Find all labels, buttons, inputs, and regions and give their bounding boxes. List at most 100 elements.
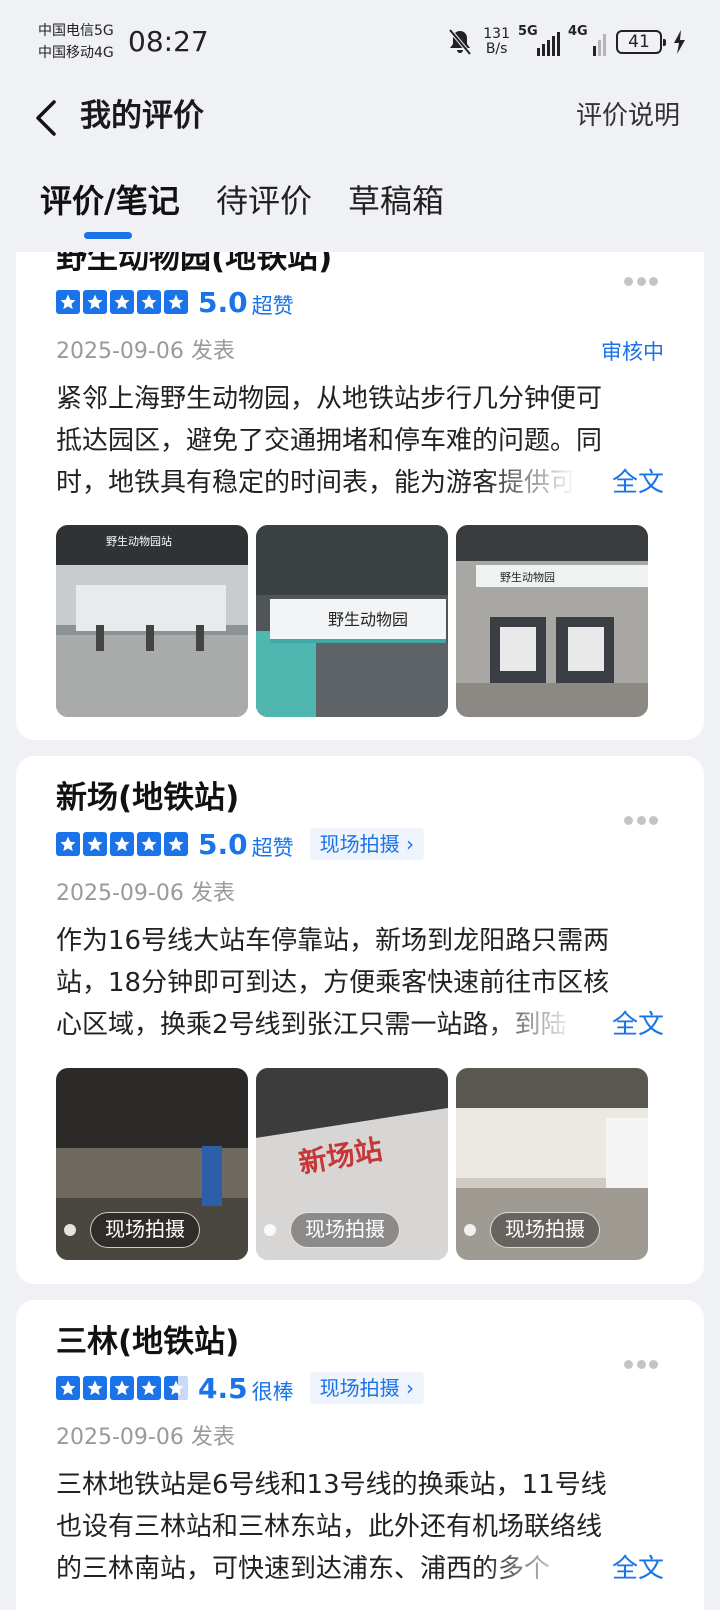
status-bar: 中国电信5G 中国移动4G 08:27 131 B/s 5G 4G 41 — [0, 0, 720, 84]
onsite-photo-label: 现场拍摄 — [490, 1212, 600, 1248]
review-text[interactable]: 作为16号线大站车停靠站，新场到龙阳路只需两 站，18分钟即可到达，方便乘客快速… — [56, 920, 648, 1046]
star-icon — [110, 1376, 134, 1400]
rating-row: 5.0 超赞 — [56, 285, 294, 319]
signal-4g-icon: 4G — [568, 24, 606, 56]
score-value: 5.0 — [198, 285, 248, 319]
net-speed: 131 B/s — [483, 27, 510, 57]
onsite-photo-badge: 现场拍摄 — [264, 1212, 400, 1248]
publish-date: 2025-09-06 发表 — [56, 1425, 235, 1450]
review-card[interactable]: 野生动物园(地铁站) 5.0 超赞 2025-09-06 发表 审核中 紧邻上海… — [16, 252, 704, 740]
review-photo[interactable]: 现场拍摄 — [456, 1068, 648, 1260]
score-word: 很棒 — [251, 1379, 294, 1404]
star-rating — [56, 290, 188, 314]
active-tab-indicator — [84, 232, 132, 239]
onsite-photo-label: 现场拍摄 — [90, 1212, 200, 1248]
review-text[interactable]: 三林地铁站是6号线和13号线的换乘站，11号线 也设有三林站和三林东站，此外还有… — [56, 1464, 648, 1590]
publish-date: 2025-09-06 发表 — [56, 339, 235, 364]
review-text-line: 也设有三林站和三林东站，此外还有机场联络线 — [56, 1512, 603, 1542]
place-name[interactable]: 新场(地铁站) — [56, 776, 239, 820]
star-icon — [164, 290, 188, 314]
mute-bell-icon — [448, 28, 472, 56]
battery-level: 41 — [628, 32, 650, 52]
review-photo[interactable]: 现场拍摄 — [56, 1068, 248, 1260]
review-photo[interactable]: 野生动物园 — [256, 525, 448, 717]
rating-row: 5.0 超赞 现场拍摄 › — [56, 827, 424, 861]
publish-date: 2025-09-06 发表 — [56, 881, 235, 906]
score-word: 超赞 — [251, 835, 294, 860]
review-photo[interactable]: 野生动物园 — [456, 525, 648, 717]
dot-icon — [464, 1224, 476, 1236]
star-icon — [83, 1376, 107, 1400]
star-icon — [56, 1376, 80, 1400]
place-name[interactable]: 三林(地铁站) — [56, 1320, 239, 1364]
review-text-line: 时，地铁具有稳定的时间表，能为游客提供可 — [56, 468, 576, 498]
carrier-2: 中国移动4G — [38, 45, 114, 61]
battery-icon: 41 — [616, 30, 666, 54]
photo-sign-text: 野生动物园 — [500, 570, 555, 584]
score-word: 超赞 — [251, 293, 294, 318]
half-star-icon — [164, 1376, 188, 1400]
photo-grid: 野生动物园站 野生动物园 野生动物园 — [56, 525, 648, 717]
star-icon — [83, 832, 107, 856]
onsite-photo-tag[interactable]: 现场拍摄 › — [309, 828, 424, 860]
carrier-1: 中国电信5G — [38, 23, 114, 39]
station-sign-photo: 野生动物园 — [256, 525, 448, 717]
full-text-link[interactable]: 全文 — [612, 1548, 664, 1590]
review-guide-link[interactable]: 评价说明 — [576, 98, 680, 134]
score-value: 4.5 — [198, 1371, 248, 1405]
nav-header: 我的评价 评价说明 — [0, 84, 720, 150]
review-status-badge: 审核中 — [601, 340, 664, 364]
onsite-photo-label: 现场拍摄 — [290, 1212, 400, 1248]
review-photo[interactable]: 新场站 现场拍摄 — [256, 1068, 448, 1260]
photo-grid: 现场拍摄 新场站 现场拍摄 现场拍摄 — [56, 1068, 648, 1260]
tab-reviews-notes[interactable]: 评价/笔记 — [40, 178, 180, 224]
review-text-line: 站，18分钟即可到达，方便乘客快速前往市区核 — [56, 968, 610, 998]
review-card[interactable]: 新场(地铁站) 5.0 超赞 现场拍摄 › 2025-09-06 发表 作为16… — [16, 756, 704, 1284]
status-icons: 131 B/s 5G 4G 41 — [447, 24, 686, 60]
net-speed-value: 131 — [483, 26, 510, 42]
onsite-photo-badge: 现场拍摄 — [464, 1212, 600, 1248]
more-dots-icon[interactable] — [624, 277, 658, 287]
review-text[interactable]: 紧邻上海野生动物园，从地铁站步行几分钟便可 抵达园区，避免了交通拥堵和停车难的问… — [56, 378, 648, 504]
dot-icon — [64, 1224, 76, 1236]
more-dots-icon[interactable] — [624, 816, 658, 826]
review-text-line: 心区域，换乘2号线到张江只需一站路，到陆 — [56, 1010, 567, 1040]
photo-sign-text: 野生动物园 — [328, 610, 408, 629]
station-hall-photo: 野生动物园站 — [56, 525, 248, 717]
full-text-link[interactable]: 全文 — [612, 462, 664, 504]
more-dots-icon[interactable] — [624, 1360, 658, 1370]
star-icon — [83, 290, 107, 314]
review-text-line: 抵达园区，避免了交通拥堵和停车难的问题。同 — [56, 426, 603, 456]
back-arrow-icon[interactable] — [30, 98, 66, 138]
charging-bolt-icon — [674, 30, 685, 54]
star-icon — [56, 832, 80, 856]
signal-4g-label: 4G — [568, 24, 588, 39]
star-icon — [164, 832, 188, 856]
score-value: 5.0 — [198, 827, 248, 861]
tab-drafts[interactable]: 草稿箱 — [348, 178, 444, 224]
review-photo[interactable]: 野生动物园站 — [56, 525, 248, 717]
review-text-line: 紧邻上海野生动物园，从地铁站步行几分钟便可 — [56, 384, 603, 414]
review-card[interactable]: 三林(地铁站) 4.5 很棒 现场拍摄 › 2025-09-06 发表 三林地铁… — [16, 1300, 704, 1610]
star-icon — [137, 1376, 161, 1400]
review-list[interactable]: 野生动物园(地铁站) 5.0 超赞 2025-09-06 发表 审核中 紧邻上海… — [0, 252, 720, 1610]
page-title: 我的评价 — [80, 98, 204, 134]
tab-pending-review[interactable]: 待评价 — [216, 178, 312, 224]
review-text-line: 作为16号线大站车停靠站，新场到龙阳路只需两 — [56, 926, 610, 956]
full-text-link[interactable]: 全文 — [612, 1004, 664, 1046]
star-icon — [137, 290, 161, 314]
carrier-info: 中国电信5G 中国移动4G — [38, 20, 114, 64]
star-rating — [56, 832, 188, 856]
review-text-line: 的三林南站，可快速到达浦东、浦西的多个 — [56, 1554, 551, 1584]
star-icon — [137, 832, 161, 856]
review-text-line: 三林地铁站是6号线和13号线的换乘站，11号线 — [56, 1470, 607, 1500]
star-icon — [110, 832, 134, 856]
photo-sign-text: 野生动物园站 — [106, 534, 172, 548]
star-icon — [110, 290, 134, 314]
onsite-photo-tag[interactable]: 现场拍摄 › — [309, 1372, 424, 1404]
place-name[interactable]: 野生动物园(地铁站) — [56, 252, 332, 280]
star-rating — [56, 1376, 188, 1400]
signal-5g-label: 5G — [518, 24, 538, 39]
clock: 08:27 — [128, 25, 209, 58]
signal-5g-icon: 5G — [518, 24, 560, 56]
